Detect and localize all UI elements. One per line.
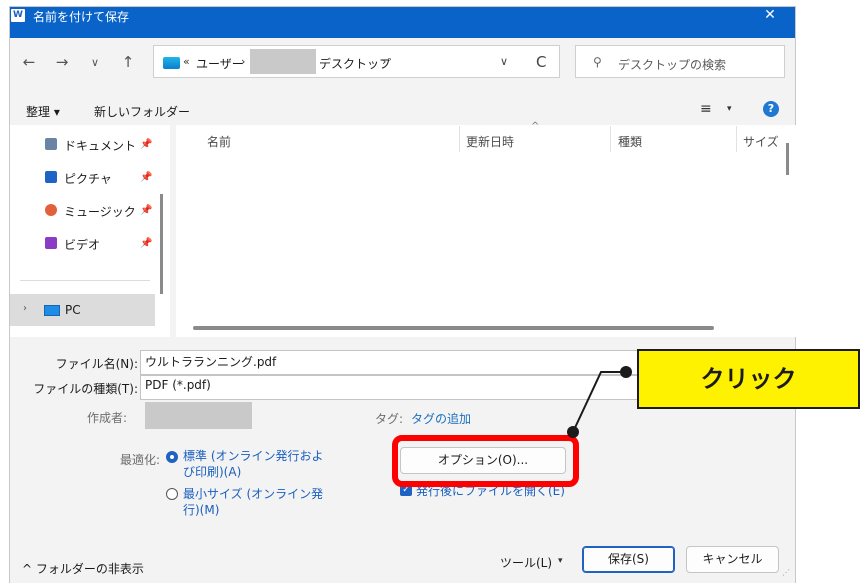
filename-label: ファイル名(N):	[55, 357, 138, 371]
save-button[interactable]: 保存(S)	[582, 546, 675, 573]
column-divider[interactable]	[610, 126, 611, 152]
tag-label: タグ:	[375, 412, 404, 426]
author-redacted-field[interactable]	[145, 402, 252, 429]
recent-locations-chevron-icon[interactable]: ∨	[84, 56, 106, 69]
word-app-icon: W	[11, 9, 25, 22]
refresh-icon[interactable]: C	[536, 53, 546, 71]
breadcrumb-users[interactable]: ユーザー	[196, 55, 244, 72]
file-list-vertical-scrollbar[interactable]	[786, 143, 789, 175]
pin-icon: 📌	[140, 172, 153, 183]
documents-icon	[45, 138, 57, 150]
video-icon	[45, 237, 57, 249]
sort-ascending-icon: ^	[531, 121, 540, 132]
organize-menu-button[interactable]: 整理 ▾	[26, 103, 60, 120]
optimize-standard-radio[interactable]	[166, 451, 178, 463]
file-list[interactable]	[176, 125, 796, 337]
breadcrumb-desktop[interactable]: デスクトップ	[319, 55, 391, 72]
filetype-select[interactable]: PDF (*.pdf)	[140, 375, 660, 400]
view-options-icon[interactable]: ≡	[700, 101, 712, 117]
optimize-standard-label-line2[interactable]: び印刷)(A)	[183, 464, 241, 480]
pictures-icon	[45, 171, 57, 183]
add-tag-link[interactable]: タグの追加	[411, 410, 471, 427]
author-label: 作成者:	[87, 411, 128, 425]
search-icon: ⚲	[593, 55, 602, 69]
sidebar-item-pc-label: PC	[65, 303, 81, 317]
optimize-minimum-label-line1[interactable]: 最小サイズ (オンライン発	[183, 486, 323, 502]
column-divider[interactable]	[736, 126, 737, 152]
pin-icon: 📌	[140, 238, 153, 249]
column-header-modified[interactable]: 更新日時	[466, 133, 514, 150]
sidebar-item-pictures[interactable]: ピクチャ	[64, 170, 112, 187]
help-icon[interactable]: ?	[763, 101, 779, 117]
back-arrow-icon[interactable]: ←	[18, 53, 40, 71]
cancel-button[interactable]: キャンセル	[686, 546, 779, 573]
up-arrow-icon[interactable]: ↑	[117, 53, 139, 71]
optimize-minimum-radio[interactable]	[166, 488, 178, 500]
column-header-name[interactable]: 名前	[207, 133, 231, 150]
pin-icon: 📌	[140, 139, 153, 150]
hide-folders-toggle[interactable]: ^ フォルダーの非表示	[22, 560, 144, 577]
breadcrumb-overflow[interactable]: «	[183, 55, 190, 68]
pc-monitor-icon	[44, 305, 60, 316]
folder-location-icon	[163, 57, 180, 69]
navigation-divider	[20, 280, 150, 281]
sidebar-item-documents[interactable]: ドキュメント	[64, 137, 136, 154]
filetype-label: ファイルの種類(T):	[33, 382, 138, 396]
breadcrumb-redacted-username	[250, 49, 316, 74]
tools-dropdown-icon[interactable]: ▾	[558, 556, 563, 566]
optimize-minimum-label-line2[interactable]: 行)(M)	[183, 502, 219, 518]
navigation-pane-scrollbar[interactable]	[160, 194, 163, 294]
forward-arrow-icon[interactable]: →	[51, 53, 73, 71]
tools-menu-button[interactable]: ツール(L)	[500, 554, 552, 571]
column-header-size[interactable]: サイズ	[743, 133, 779, 150]
breadcrumb-separator[interactable]: ›	[241, 55, 245, 68]
view-options-dropdown-icon[interactable]: ▾	[727, 104, 732, 114]
highlight-frame	[392, 435, 579, 487]
sidebar-item-pc[interactable]	[10, 294, 155, 326]
expand-chevron-icon[interactable]: ›	[23, 303, 27, 314]
search-input[interactable]: デスクトップの検索	[618, 56, 726, 73]
breadcrumb-separator[interactable]: ›	[382, 55, 386, 68]
optimize-standard-label-line1[interactable]: 標準 (オンライン発行およ	[183, 448, 324, 464]
pin-icon: 📌	[140, 205, 153, 216]
new-folder-button[interactable]: 新しいフォルダー	[94, 103, 190, 120]
music-icon	[45, 204, 57, 216]
click-callout: クリック	[637, 349, 860, 409]
window-title: 名前を付けて保存	[33, 10, 130, 24]
sidebar-item-video[interactable]: ビデオ	[64, 236, 100, 253]
column-header-type[interactable]: 種類	[618, 133, 642, 150]
address-history-dropdown-icon[interactable]: ∨	[500, 55, 508, 68]
column-divider[interactable]	[459, 126, 460, 152]
optimize-label: 最適化:	[120, 453, 161, 467]
sidebar-item-music[interactable]: ミュージック	[64, 203, 136, 220]
resize-grip-icon[interactable]: ⋰	[782, 568, 790, 577]
filename-field[interactable]: ウルトラランニング.pdf	[140, 350, 660, 375]
file-list-horizontal-scrollbar[interactable]	[193, 326, 714, 330]
close-button[interactable]: ✕	[756, 3, 784, 27]
